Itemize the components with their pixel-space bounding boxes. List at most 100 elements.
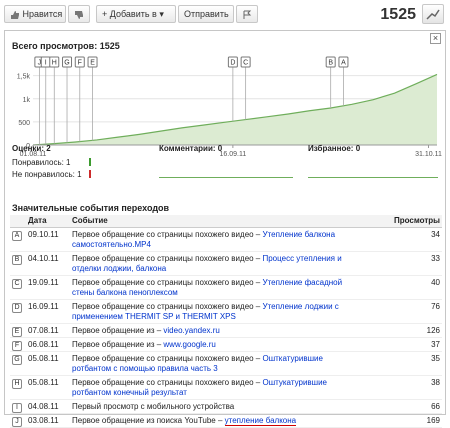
thumb-down-icon: [75, 10, 83, 19]
event-marker[interactable]: I: [12, 402, 22, 413]
marker-cell: G: [10, 351, 26, 376]
event-link[interactable]: Ошткатурившие: [262, 354, 322, 363]
event-views: 34: [382, 227, 442, 252]
event-date: 05.08.11: [26, 351, 70, 376]
marker-cell: I: [10, 399, 26, 414]
event-link[interactable]: Оштукатурившие: [262, 378, 327, 387]
event-text: Первое обращение со страницы похожего ви…: [72, 277, 263, 287]
flag-button[interactable]: [236, 5, 258, 23]
chart-marker-label: H: [52, 60, 57, 67]
event-views: 66: [382, 399, 442, 414]
y-tick-label: 1k: [23, 97, 31, 104]
flag-icon: [243, 10, 252, 19]
views-chart: 05001k1,5k01.08.11 16.09.11 31.10.11J I H G F E…: [17, 56, 442, 158]
event-views: 33: [382, 251, 442, 276]
event-marker[interactable]: E: [12, 326, 22, 337]
event-link-continued[interactable]: стены балкона пеноплексом: [72, 288, 178, 297]
statistics-button[interactable]: [422, 4, 444, 24]
chart-marker-label: I: [45, 60, 47, 67]
table-row: I 04.08.11 Первый просмотр с мобильного ус…: [10, 399, 442, 414]
marker-cell: F: [10, 337, 26, 352]
event-description: Первое обращение со страницы похожего ви…: [70, 375, 382, 400]
event-marker[interactable]: H: [12, 378, 22, 389]
event-date: 06.08.11: [26, 337, 70, 352]
event-views: 40: [382, 275, 442, 300]
chart-marker-label: G: [64, 60, 69, 67]
event-link[interactable]: Процесс утепления и: [262, 254, 341, 263]
view-count: 1525: [380, 6, 416, 23]
event-views: 35: [382, 351, 442, 376]
event-text: Первое обращение со страницы похожего ви…: [72, 229, 263, 239]
event-description: Первое обращение со страницы похожего ви…: [70, 351, 382, 376]
chart-marker-label: J: [38, 60, 42, 67]
table-row: G 05.08.11 Первое обращение со страницы по…: [10, 351, 442, 376]
table-row: H 05.08.11 Первое обращение со страницы по…: [10, 375, 442, 400]
table-row: C 19.09.11 Первое обращение со страницы по…: [10, 275, 442, 300]
favorites-title: Избранное: 0: [308, 144, 361, 153]
event-date: 16.09.11: [26, 299, 70, 324]
event-link[interactable]: Утепление фасадной: [262, 278, 342, 287]
chevron-down-icon: ▾: [159, 9, 164, 19]
dislike-button[interactable]: [68, 5, 90, 23]
event-link-continued[interactable]: применением THERMIT SP и THERMIT XPS: [72, 312, 236, 321]
comments-sparkline: [159, 177, 293, 178]
event-link[interactable]: video.yandex.ru: [163, 326, 219, 335]
event-description: Первый просмотр с мобильного устройства: [70, 399, 382, 414]
close-button[interactable]: ×: [430, 33, 441, 44]
views-column-header: Просмотры: [382, 215, 442, 228]
event-date: 09.10.11: [26, 227, 70, 252]
event-marker[interactable]: D: [12, 302, 22, 313]
event-date: 03.08.11: [26, 413, 70, 428]
event-date: 05.08.11: [26, 375, 70, 400]
chart-marker-label: C: [243, 60, 248, 67]
event-description: Первое обращение со страницы похожего ви…: [70, 299, 382, 324]
event-views: 76: [382, 299, 442, 324]
add-to-label: Добавить в: [109, 9, 157, 19]
event-link-continued[interactable]: ротбантом с помощью правила часть 3: [72, 364, 218, 373]
event-text: Первое обращение со страницы похожего ви…: [72, 301, 263, 311]
likes-count: Понравилось: 1: [12, 158, 71, 167]
share-label: Отправить: [184, 9, 229, 19]
add-to-button[interactable]: + Добавить в ▾: [96, 5, 176, 23]
table-row: F 06.08.11 Первое обращение из – www.googl…: [10, 337, 442, 352]
share-button[interactable]: Отправить: [178, 5, 234, 23]
marker-cell: J: [10, 413, 26, 428]
event-link-continued[interactable]: отделки лоджии, балкона: [72, 264, 166, 273]
like-button[interactable]: Нравится: [4, 5, 66, 23]
event-marker[interactable]: B: [12, 254, 22, 265]
chart-area: [33, 74, 437, 145]
plus-icon: +: [102, 9, 108, 19]
event-date: 04.10.11: [26, 251, 70, 276]
event-link-continued[interactable]: ротбантом конечный результат: [72, 388, 187, 397]
date-column-header: Дата: [26, 215, 70, 228]
event-marker[interactable]: A: [12, 230, 22, 241]
event-link[interactable]: Утепление балкона: [262, 230, 335, 239]
thumb-up-icon: [11, 10, 19, 19]
event-link[interactable]: www.google.ru: [163, 340, 215, 349]
event-text: Первое обращение из –: [72, 325, 164, 335]
event-link[interactable]: Утепление лоджии с: [262, 302, 338, 311]
marker-cell: D: [10, 299, 26, 324]
chart-marker-label: F: [78, 60, 82, 67]
event-marker[interactable]: J: [12, 416, 22, 427]
chart-marker-label: A: [341, 60, 346, 67]
chart-marker-label: E: [90, 60, 95, 67]
statistics-icon: [426, 9, 440, 20]
ratings-title: Оценки: 2: [12, 144, 51, 153]
event-marker[interactable]: F: [12, 340, 22, 351]
event-views: 38: [382, 375, 442, 400]
x-tick-label: 31.10.11: [415, 151, 442, 158]
events-header-row: Дата Событие Просмотры: [10, 215, 442, 228]
event-views: 126: [382, 323, 442, 338]
event-text: Первое обращение со страницы похожего ви…: [72, 377, 263, 387]
table-row: A 09.10.11 Первое обращение со страницы по…: [10, 227, 442, 252]
toolbar: Нравится + Добавить в ▾ Отправить 1525: [4, 4, 446, 24]
marker-cell: C: [10, 275, 26, 300]
event-link-continued[interactable]: самостоятельно.MP4: [72, 240, 151, 249]
dislikes-bar: [89, 170, 91, 178]
statistics-panel: × Всего просмотров: 1525 0 500 1k 1,5k 01.08…: [4, 30, 446, 428]
event-marker[interactable]: G: [12, 354, 22, 365]
event-link[interactable]: утепление балкона: [224, 415, 297, 426]
event-description: Первое обращение со страницы похожего ви…: [70, 275, 382, 300]
event-marker[interactable]: C: [12, 278, 22, 289]
